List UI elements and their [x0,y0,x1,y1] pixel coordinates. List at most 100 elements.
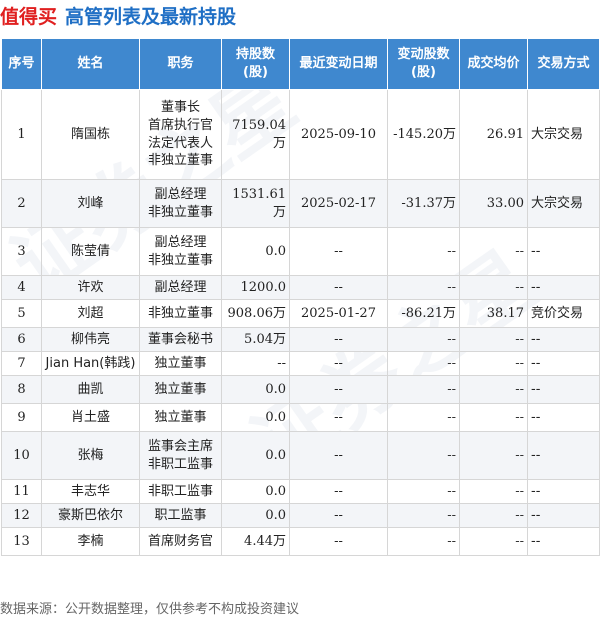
cell-trade-type: -- [527,327,600,352]
cell-change-shares: -- [387,327,460,352]
table-row: 7 Jian Han(韩践) 独立董事 -- -- -- -- -- [1,351,600,376]
column-header-role: 职务 [139,38,222,90]
cell-change-shares: -86.21万 [387,299,460,328]
title-bar: 值得买 高管列表及最新持股 [0,0,600,30]
cell-change-shares: -145.20万 [387,89,460,180]
cell-index: 5 [1,299,42,328]
column-header-index: 序号 [1,38,42,90]
table-row: 13 李楠 首席财务官 4.44万 -- -- -- -- [1,527,600,556]
change-header-text: 变动股数 (股) [397,47,450,80]
cell-index: 7 [1,351,42,376]
cell-name: 张梅 [41,431,140,480]
cell-role: 非独立董事 [139,299,222,328]
cell-trade-type: -- [527,375,600,404]
cell-trade-type: 竞价交易 [527,299,600,328]
cell-role: 首席财务官 [139,527,222,556]
cell-holding: 0.0 [221,375,290,404]
cell-trade-type: -- [527,351,600,376]
cell-index: 3 [1,227,42,276]
cell-name: 许欢 [41,275,140,300]
cell-index: 6 [1,327,42,352]
cell-avg-price: -- [459,327,528,352]
cell-holding: 0.0 [221,503,290,528]
cell-change-date: 2025-02-17 [289,179,388,228]
cell-avg-price: -- [459,375,528,404]
holding-header-text: 持股数 (股) [235,47,275,80]
cell-avg-price: 33.00 [459,179,528,228]
cell-avg-price: -- [459,527,528,556]
cell-change-date: -- [289,479,388,504]
cell-index: 11 [1,479,42,504]
cell-change-date: 2025-01-27 [289,299,388,328]
cell-holding: 5.04万 [221,327,290,352]
cell-trade-type: 大宗交易 [527,89,600,180]
cell-holding: 0.0 [221,403,290,432]
cell-trade-type: -- [527,275,600,300]
cell-name: 肖土盛 [41,403,140,432]
column-header-change-shares: 变动股数 (股) [387,38,460,90]
cell-role: 副总经理 [139,275,222,300]
cell-index: 2 [1,179,42,228]
cell-avg-price: 26.91 [459,89,528,180]
cell-index: 1 [1,89,42,180]
column-header-trade-type: 交易方式 [527,38,600,90]
page-title: 高管列表及最新持股 [65,5,237,28]
cell-change-shares: -- [387,403,460,432]
cell-role: 独立董事 [139,351,222,376]
cell-change-shares: -- [387,503,460,528]
cell-index: 9 [1,403,42,432]
cell-name: 李楠 [41,527,140,556]
table-row: 8 曲凯 独立董事 0.0 -- -- -- -- [1,375,600,404]
cell-change-date: -- [289,527,388,556]
table-header-row: 序号 姓名 职务 持股数 (股) 最近变动日期 变动股数 (股) 成交均价 交易… [1,38,600,90]
cell-holding: 1200.0 [221,275,290,300]
cell-holding: 0.0 [221,479,290,504]
cell-role: 副总经理 非独立董事 [139,179,222,228]
cell-index: 8 [1,375,42,404]
cell-avg-price: -- [459,503,528,528]
cell-holding: 908.06万 [221,299,290,328]
cell-role: 董事长 首席执行官 法定代表人 非独立董事 [139,89,222,180]
table-row: 2 刘峰 副总经理 非独立董事 1531.61万 2025-02-17 -31.37万 33… [1,179,600,228]
cell-role: 独立董事 [139,375,222,404]
column-header-name: 姓名 [41,38,140,90]
table-row: 11 丰志华 非职工监事 0.0 -- -- -- -- [1,479,600,504]
cell-name: 柳伟亮 [41,327,140,352]
cell-trade-type: -- [527,431,600,480]
cell-trade-type: -- [527,227,600,276]
executives-table: 序号 姓名 职务 持股数 (股) 最近变动日期 变动股数 (股) 成交均价 交易… [1,38,600,556]
cell-change-shares: -31.37万 [387,179,460,228]
cell-change-date: -- [289,351,388,376]
cell-change-date: -- [289,227,388,276]
table-row: 12 豪斯巴依尔 职工监事 0.0 -- -- -- -- [1,503,600,528]
cell-avg-price: -- [459,227,528,276]
cell-trade-type: -- [527,503,600,528]
cell-index: 4 [1,275,42,300]
cell-change-shares: -- [387,375,460,404]
cell-role: 非职工监事 [139,479,222,504]
cell-change-shares: -- [387,479,460,504]
data-source-note: 数据来源：公开数据整理，仅供参考不构成投资建议 [0,602,300,617]
cell-change-date: -- [289,431,388,480]
cell-avg-price: -- [459,351,528,376]
cell-role: 独立董事 [139,403,222,432]
column-header-last-change-date: 最近变动日期 [289,38,388,90]
cell-change-date: 2025-09-10 [289,89,388,180]
cell-index: 12 [1,503,42,528]
cell-change-date: -- [289,275,388,300]
cell-trade-type: -- [527,403,600,432]
cell-name: Jian Han(韩践) [41,351,140,376]
cell-index: 10 [1,431,42,480]
cell-change-shares: -- [387,351,460,376]
cell-change-shares: -- [387,275,460,300]
cell-change-date: -- [289,403,388,432]
cell-change-date: -- [289,327,388,352]
cell-name: 刘峰 [41,179,140,228]
cell-holding: 0.0 [221,227,290,276]
cell-avg-price: -- [459,275,528,300]
column-header-avg-price: 成交均价 [459,38,528,90]
cell-name: 丰志华 [41,479,140,504]
table-row: 5 刘超 非独立董事 908.06万 2025-01-27 -86.21万 38.17 竞价交… [1,299,600,328]
cell-trade-type: 大宗交易 [527,179,600,228]
table-row: 6 柳伟亮 董事会秘书 5.04万 -- -- -- -- [1,327,600,352]
